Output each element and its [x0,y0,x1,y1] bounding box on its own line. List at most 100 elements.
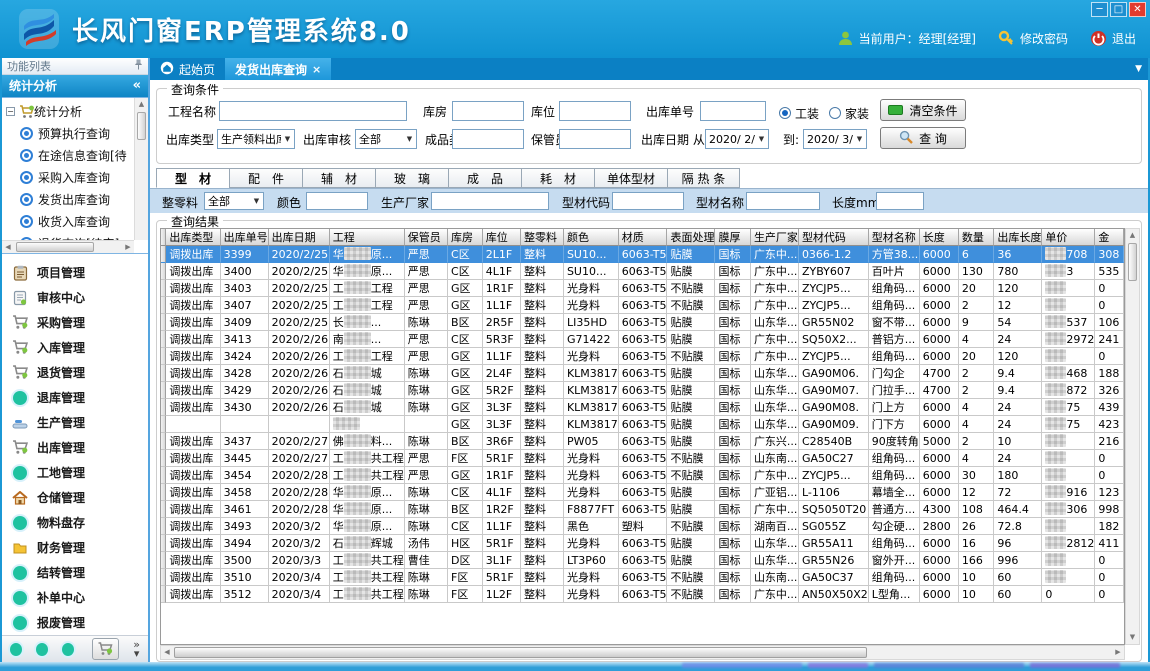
table-row[interactable]: G区3L3F整料KLM38176063-T5贴膜国标山东华...GA90M09.… [161,416,1124,433]
out-type-select[interactable]: 生产领料出库▼ [217,129,295,149]
search-button[interactable]: 查 询 [880,127,966,149]
table-row[interactable]: 调拨出库35122020/3/4工共工程陈琳F区1L2F整料光身料6063-T5… [161,586,1124,603]
table-row[interactable]: 调拨出库34002020/2/25华原...严思C区4L1F整料SU10...6… [161,263,1124,280]
column-header[interactable]: 单价 [1042,229,1095,246]
radio-gongzhuang[interactable]: 工装 [779,103,819,123]
column-header[interactable]: 出库长度 [994,229,1042,246]
sidebar-item[interactable]: 入库管理 [2,335,148,360]
tree-horizontal-scrollbar[interactable]: ◀▶ [2,240,134,253]
date-from-picker[interactable]: 2020/ 2/16▼ [705,129,769,149]
material-tab[interactable]: 玻 璃 [375,168,448,188]
sidebar-section-header[interactable]: 统计分析 « [2,75,148,97]
column-header[interactable]: 库位 [483,229,521,246]
tree-item[interactable]: 发货出库查询 [6,189,148,211]
tree-vertical-scrollbar[interactable]: ▲ [134,98,148,241]
material-tab[interactable]: 成 品 [448,168,521,188]
sidebar-item[interactable]: 补单中心 [2,585,148,610]
product-type-input[interactable] [452,129,524,149]
material-tab[interactable]: 耗 材 [521,168,594,188]
chevron-more-icon[interactable]: »▾ [133,640,140,658]
sidebar-item[interactable]: 项目管理 [2,260,148,285]
column-header[interactable]: 长度 [920,229,959,246]
material-tab[interactable]: 单体型材 [594,168,667,188]
sidebar-item[interactable]: 采购管理 [2,310,148,335]
table-row[interactable]: 调拨出库34072020/2/25工工程严思G区1L1F整料光身料6063-T5… [161,297,1124,314]
location-input[interactable] [559,101,631,121]
sidebar-item[interactable]: 出库管理 [2,435,148,460]
sidebar-item[interactable]: 财务管理 [2,535,148,560]
tree-item[interactable]: 在途信息查询[待 [6,145,148,167]
table-row[interactable]: 调拨出库34582020/2/28华原...陈琳C区4L1F整料光身料6063-… [161,484,1124,501]
dot-icon[interactable] [10,643,22,656]
clear-conditions-button[interactable]: 清空条件 [880,99,966,121]
table-row[interactable]: 调拨出库35102020/3/4工共工程陈琳F区5R1F整料光身料6063-T5… [161,569,1124,586]
dot-icon[interactable] [36,643,48,656]
column-header[interactable]: 保管员 [405,229,448,246]
table-row[interactable]: 调拨出库34292020/2/26石城陈琳G区5R2F整料KLM38176063… [161,382,1124,399]
sidebar-item[interactable]: 物料盘存 [2,510,148,535]
table-row[interactable]: 调拨出库34032020/2/25工工程严思G区1R1F整料光身料6063-T5… [161,280,1124,297]
table-row[interactable]: 调拨出库34612020/2/28华原...陈琳B区1R2F整料F8877FT6… [161,501,1124,518]
color-input[interactable] [306,192,368,210]
change-password[interactable]: 修改密码 [998,30,1068,47]
tree-item[interactable]: 收货入库查询 [6,211,148,233]
column-header[interactable]: 颜色 [564,229,619,246]
order-no-input[interactable] [700,101,766,121]
table-row[interactable]: 调拨出库34092020/2/25长...陈琳B区2R5F整料LI35HD606… [161,314,1124,331]
column-header[interactable]: 表面处理 [667,229,715,246]
collapse-icon[interactable]: « [133,78,141,93]
tree-item[interactable]: 采购入库查询 [6,167,148,189]
tab-shipping-outbound-query[interactable]: 发货出库查询 × [225,58,331,80]
minimize-button[interactable]: ─ [1091,2,1108,17]
table-row[interactable]: 调拨出库34542020/2/28工共工程严思G区1R1F整料光身料6063-T… [161,467,1124,484]
logout[interactable]: 退出 [1090,30,1136,47]
grid-horizontal-scrollbar[interactable]: ◀▶ [160,645,1125,660]
sidebar-item[interactable]: 生产管理 [2,410,148,435]
table-row[interactable]: 调拨出库35002020/3/3工共工程曹佳D区3L1F整料LT3P606063… [161,552,1124,569]
date-to-picker[interactable]: 2020/ 3/16▼ [803,129,867,149]
warehouse-input[interactable] [452,101,524,121]
table-row[interactable]: 调拨出库34942020/3/2石辉城汤伟H区5R1F整料光身料6063-T5贴… [161,535,1124,552]
table-row[interactable]: 调拨出库34932020/3/2华原...陈琳C区1L1F整料黑色塑料不贴膜国标… [161,518,1124,535]
material-tab[interactable]: 配 件 [229,168,302,188]
dot-icon[interactable] [62,643,74,656]
tree-item[interactable]: 预算执行查询 [6,123,148,145]
sidebar-item[interactable]: 报废管理 [2,610,148,635]
manufacturer-input[interactable] [431,192,549,210]
close-button[interactable]: ✕ [1129,2,1146,17]
column-header[interactable]: 膜厚 [715,229,750,246]
sidebar-item[interactable]: 仓储管理 [2,485,148,510]
table-row[interactable]: 调拨出库34132020/2/26南...严思C区5R3F整料G71422606… [161,331,1124,348]
material-tab[interactable]: 隔 热 条 [667,168,740,188]
tab-close-icon[interactable]: × [312,63,321,76]
table-row[interactable]: 调拨出库33992020/2/25华原...严思C区2L1F整料SU10...6… [161,246,1124,263]
column-header[interactable]: 出库类型 [166,229,220,246]
table-row[interactable]: 调拨出库34242020/2/26工工程严思G区1L1F整料光身料6063-T5… [161,348,1124,365]
profile-name-input[interactable] [746,192,820,210]
tab-home[interactable]: 起始页 [150,58,225,80]
sidebar-item[interactable]: 退货管理 [2,360,148,385]
whole-part-select[interactable]: 全部▼ [204,192,264,210]
tree-expand-icon[interactable]: − [6,107,15,116]
grid-vertical-scrollbar[interactable]: ▲ ▼ [1125,228,1140,645]
tree-root[interactable]: − 统计分析 [6,101,148,123]
column-header[interactable]: 型材代码 [799,229,869,246]
column-header[interactable]: 数量 [959,229,994,246]
cart-button[interactable] [92,638,120,660]
table-row[interactable]: 调拨出库34282020/2/26石城陈琳G区2L4F整料KLM38176063… [161,365,1124,382]
material-tab[interactable]: 型 材 [156,168,229,188]
sidebar-item[interactable]: 审核中心 [2,285,148,310]
column-header[interactable]: 型材名称 [869,229,920,246]
material-tab[interactable]: 辅 材 [302,168,375,188]
table-row[interactable]: 调拨出库34372020/2/27佛料...陈琳B区3R6F整料PW056063… [161,433,1124,450]
table-row[interactable]: 调拨出库34302020/2/26石城陈琳G区3L3F整料KLM38176063… [161,399,1124,416]
sidebar-item[interactable]: 退库管理 [2,385,148,410]
profile-code-input[interactable] [612,192,684,210]
column-header[interactable]: 金 [1095,229,1124,246]
column-header[interactable]: 库房 [448,229,483,246]
column-header[interactable]: 整零料 [521,229,564,246]
sidebar-item[interactable]: 工地管理 [2,460,148,485]
audit-select[interactable]: 全部▼ [355,129,417,149]
pin-icon[interactable] [134,59,143,73]
tab-overflow-icon[interactable]: ▼ [1135,64,1142,74]
